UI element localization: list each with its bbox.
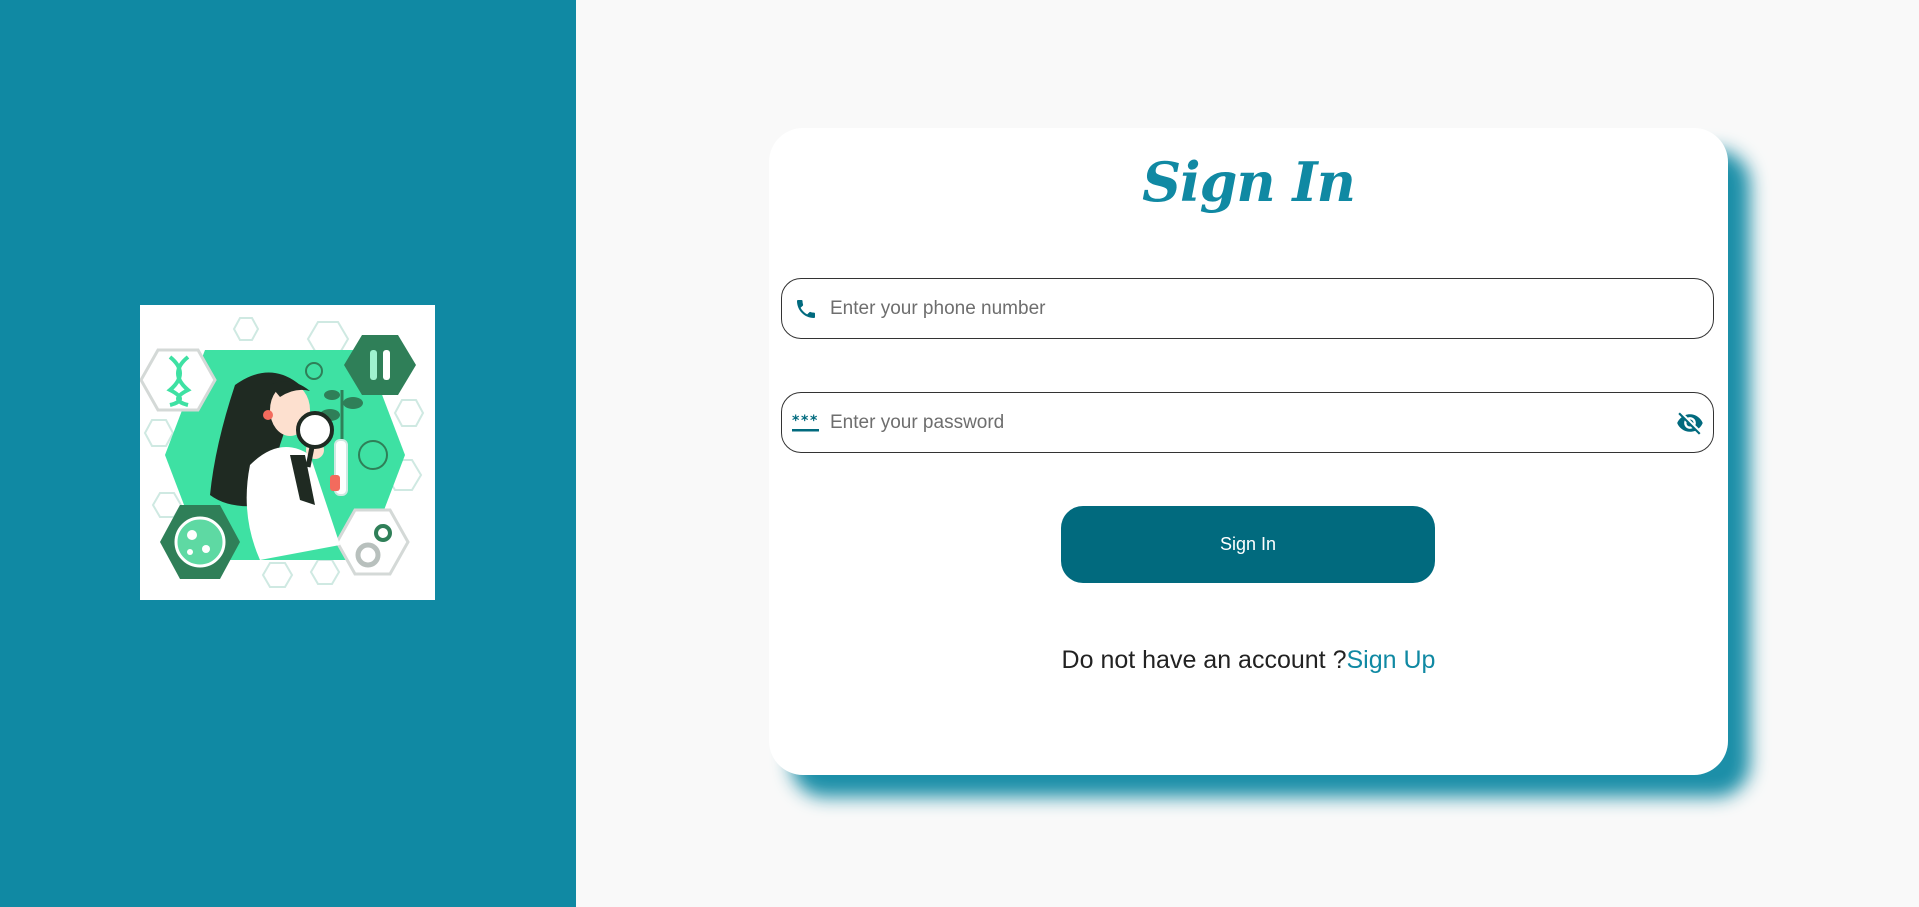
scientist-illustration-art	[140, 317, 425, 588]
left-panel	[0, 0, 576, 907]
svg-text:*: *	[810, 413, 818, 429]
sign-up-link[interactable]: Sign Up	[1346, 646, 1435, 674]
signin-card: Sign In * * * Sign In	[769, 128, 1728, 775]
svg-text:*: *	[792, 413, 800, 429]
phone-field[interactable]	[781, 278, 1714, 339]
eye-off-icon[interactable]	[1675, 408, 1705, 438]
no-account-text: Do not have an account ?	[1061, 646, 1347, 674]
page-title: Sign In	[1142, 150, 1356, 214]
password-input[interactable]	[830, 393, 1675, 452]
password-field[interactable]: * * *	[781, 392, 1714, 453]
phone-icon	[792, 295, 820, 323]
sign-in-button[interactable]: Sign In	[1061, 506, 1435, 583]
scientist-illustration	[140, 305, 435, 600]
phone-input[interactable]	[830, 279, 1713, 338]
signup-prompt: Do not have an account ?Sign Up	[769, 646, 1728, 675]
password-asterisks-icon: * * *	[792, 409, 820, 437]
svg-text:*: *	[801, 413, 809, 429]
